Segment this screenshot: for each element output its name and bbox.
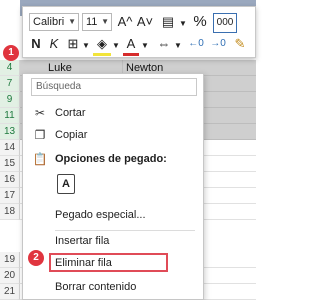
menu-divider bbox=[55, 230, 195, 231]
menu-item-clear-contents[interactable]: Borrar contenido bbox=[23, 278, 203, 296]
increase-decimal-icon: ←0 bbox=[188, 38, 204, 49]
thousands-separator-button[interactable]: 000 bbox=[213, 13, 237, 33]
row-header-21[interactable]: 21 bbox=[0, 284, 20, 300]
paint-bucket-icon: ◈ bbox=[97, 36, 107, 51]
paste-clipboard-icon: A bbox=[62, 178, 70, 190]
merge-icon: ⇔ bbox=[157, 36, 171, 51]
menu-item-label: Insertar fila bbox=[55, 235, 110, 247]
bold-button[interactable]: N bbox=[29, 35, 43, 53]
mini-toolbar: Calibri ▼ 11 ▼ A^ A˅ ▤ ▼ % 000 N K ⊞ ▼ ◈… bbox=[22, 6, 256, 58]
decrease-decimal-icon: →0 bbox=[210, 38, 226, 49]
row-header-18[interactable]: 18 bbox=[0, 204, 20, 220]
scissors-icon: ✂ bbox=[34, 106, 46, 120]
menu-item-label: Cortar bbox=[55, 107, 86, 119]
font-size-dropdown[interactable]: 11 ▼ bbox=[82, 13, 112, 31]
fill-color-dropdown-arrow[interactable]: ▼ bbox=[112, 37, 120, 55]
row-header-20[interactable]: 20 bbox=[0, 268, 20, 284]
clipboard-icon: 📋 bbox=[32, 152, 48, 166]
search-input[interactable]: Búsqueda bbox=[31, 78, 197, 96]
menu-item-paste-options: 📋 Opciones de pegado: bbox=[23, 150, 203, 168]
row-header-9[interactable]: 9 bbox=[0, 92, 20, 108]
menu-item-insert-row[interactable]: Insertar fila bbox=[23, 232, 203, 250]
row-header-16[interactable]: 16 bbox=[0, 172, 20, 188]
row-header-15[interactable]: 15 bbox=[0, 156, 20, 172]
menu-item-paste-special[interactable]: Pegado especial... bbox=[23, 206, 203, 224]
delete-row-highlight bbox=[49, 253, 168, 272]
row-header-14[interactable]: 14 bbox=[0, 140, 20, 156]
copy-icon: ❐ bbox=[34, 128, 46, 142]
chevron-down-icon: ▼ bbox=[174, 41, 182, 50]
percent-style-button[interactable]: % bbox=[191, 13, 209, 31]
row-header-11[interactable]: 11 bbox=[0, 108, 20, 124]
merge-dropdown-arrow[interactable]: ▼ bbox=[174, 37, 182, 55]
format-painter-button[interactable]: ✎ bbox=[231, 35, 249, 53]
chevron-down-icon: ▼ bbox=[68, 17, 76, 26]
borders-dropdown-arrow[interactable]: ▼ bbox=[82, 37, 90, 55]
fill-color-button[interactable]: ◈ bbox=[93, 35, 111, 56]
decrease-font-size-button[interactable]: A˅ bbox=[136, 13, 154, 31]
paste-button[interactable]: A bbox=[57, 174, 75, 194]
row-header-7[interactable]: 7 bbox=[0, 76, 20, 92]
font-color-dropdown-arrow[interactable]: ▼ bbox=[141, 37, 149, 55]
chevron-down-icon: ▼ bbox=[101, 17, 109, 26]
font-name-value: Calibri bbox=[33, 16, 65, 28]
menu-item-label: Pegado especial... bbox=[55, 209, 146, 221]
context-menu: Búsqueda ✂ Cortar ❐ Copiar 📋 Opciones de… bbox=[22, 73, 204, 300]
row-header-13[interactable]: 13 bbox=[0, 124, 20, 140]
chevron-down-icon: ▼ bbox=[112, 41, 120, 50]
chevron-down-icon: ▼ bbox=[82, 41, 90, 50]
currency-format-button[interactable]: ▤ bbox=[158, 13, 178, 31]
currency-dropdown-arrow[interactable]: ▼ bbox=[179, 15, 187, 33]
currency-icon: ▤ bbox=[161, 14, 175, 29]
row-header-4[interactable]: 4 bbox=[0, 60, 20, 76]
format-painter-icon: ✎ bbox=[234, 36, 246, 51]
italic-button[interactable]: K bbox=[47, 35, 61, 53]
font-color-icon: A bbox=[126, 36, 136, 51]
font-name-dropdown[interactable]: Calibri ▼ bbox=[29, 13, 79, 31]
chevron-down-icon: ▼ bbox=[141, 41, 149, 50]
increase-font-size-button[interactable]: A^ bbox=[116, 13, 134, 31]
increase-decimal-button[interactable]: ←0 bbox=[187, 35, 205, 53]
borders-icon: ⊞ bbox=[67, 36, 79, 51]
step-badge-2: 2 bbox=[28, 250, 44, 266]
step-badge-1: 1 bbox=[3, 45, 19, 61]
menu-item-label: Borrar contenido bbox=[55, 281, 137, 293]
menu-item-copy[interactable]: ❐ Copiar bbox=[23, 126, 203, 144]
merge-center-button[interactable]: ⇔ bbox=[155, 35, 173, 53]
row-header-19[interactable]: 19 bbox=[0, 252, 20, 268]
font-color-button[interactable]: A bbox=[123, 35, 139, 56]
menu-item-cut[interactable]: ✂ Cortar bbox=[23, 104, 203, 122]
row-header-17[interactable]: 17 bbox=[0, 188, 20, 204]
menu-item-label: Opciones de pegado: bbox=[55, 153, 167, 165]
borders-button[interactable]: ⊞ bbox=[65, 35, 81, 53]
menu-item-label: Copiar bbox=[55, 129, 88, 141]
decrease-decimal-button[interactable]: →0 bbox=[209, 35, 227, 53]
chevron-down-icon: ▼ bbox=[179, 19, 187, 28]
font-size-value: 11 bbox=[86, 16, 98, 28]
